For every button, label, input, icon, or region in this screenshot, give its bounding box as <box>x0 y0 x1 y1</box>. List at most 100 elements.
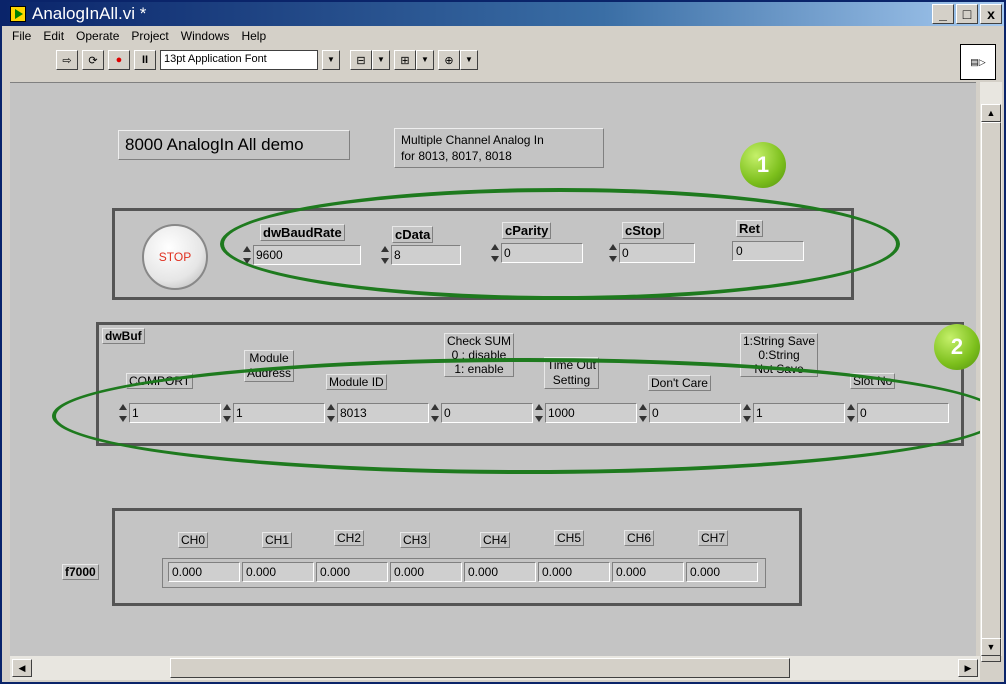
spin-arrows-icon[interactable] <box>118 404 128 422</box>
cdata-label: cData <box>392 226 434 243</box>
dwbuf-label: dwBuf <box>102 328 145 344</box>
menu-help[interactable]: Help <box>241 29 266 45</box>
menu-bar: File Edit Operate Project Windows Help <box>2 26 1004 48</box>
run-arrow-icon[interactable]: ⇨ <box>56 50 78 70</box>
cdata-value[interactable]: 8 <box>391 245 461 265</box>
scroll-right-arrow-icon[interactable]: ▶ <box>958 659 978 677</box>
module-id-label: Module ID <box>326 374 387 390</box>
callout-badge-1: 1 <box>740 142 786 188</box>
slot-no-control[interactable]: 0 <box>846 403 949 423</box>
description-line-1: Multiple Channel Analog In <box>401 133 544 147</box>
spin-arrows-icon[interactable] <box>638 404 648 422</box>
font-dropdown-chevron-down-icon[interactable]: ▼ <box>322 50 340 70</box>
vi-connector-pane-icon[interactable]: ▤▷ <box>960 44 996 80</box>
spin-arrows-icon[interactable] <box>608 244 618 262</box>
scroll-up-arrow-icon[interactable]: ▲ <box>981 104 1001 122</box>
ch3-label: CH3 <box>400 532 431 548</box>
pause-icon[interactable]: II <box>134 50 156 70</box>
comport-control[interactable]: 1 <box>118 403 221 423</box>
menu-windows[interactable]: Windows <box>181 29 230 45</box>
module-address-value[interactable]: 1 <box>233 403 325 423</box>
cstop-value[interactable]: 0 <box>619 243 695 263</box>
scroll-left-arrow-icon[interactable]: ◀ <box>12 659 32 677</box>
dwbaudrate-control[interactable]: 9600 <box>242 245 361 265</box>
spin-arrows-icon[interactable] <box>242 246 252 264</box>
callout-badge-2: 2 <box>934 324 980 370</box>
ret-label: Ret <box>736 220 763 237</box>
string-save-control[interactable]: 1 <box>742 403 845 423</box>
run-continuously-icon[interactable]: ⟳ <box>82 50 104 70</box>
vertical-scrollbar[interactable]: ▲ ▼ <box>980 82 1002 662</box>
ch5-indicator: 0.000 <box>538 562 610 582</box>
spin-arrows-icon[interactable] <box>846 404 856 422</box>
dwbaudrate-value[interactable]: 9600 <box>253 245 361 265</box>
menu-file[interactable]: File <box>12 29 31 45</box>
ch2-label: CH2 <box>334 530 365 546</box>
reorder-dropdown-chevron-down-icon[interactable]: ▼ <box>460 50 478 70</box>
spin-arrows-icon[interactable] <box>326 404 336 422</box>
check-sum-line-3: 1: enable <box>454 362 504 376</box>
check-sum-value[interactable]: 0 <box>441 403 533 423</box>
abort-execution-icon[interactable]: ● <box>108 50 130 70</box>
module-address-line-2: Address <box>247 366 292 380</box>
string-save-line-3: Not Save <box>754 362 804 376</box>
align-objects-icon[interactable]: ⊟ <box>350 50 372 70</box>
ret-indicator: 0 <box>732 241 804 261</box>
align-dropdown-chevron-down-icon[interactable]: ▼ <box>372 50 390 70</box>
spin-arrows-icon[interactable] <box>222 404 232 422</box>
minimize-button[interactable]: _ <box>932 4 954 24</box>
title-bar[interactable]: AnalogInAll.vi * _ □ x <box>2 2 1004 26</box>
dont-care-value[interactable]: 0 <box>649 403 741 423</box>
module-address-control[interactable]: 1 <box>222 403 325 423</box>
menu-edit[interactable]: Edit <box>43 29 64 45</box>
f7000-label: f7000 <box>62 564 99 580</box>
string-save-value[interactable]: 1 <box>753 403 845 423</box>
ch0-indicator: 0.000 <box>168 562 240 582</box>
check-sum-control[interactable]: 0 <box>430 403 533 423</box>
module-id-value[interactable]: 8013 <box>337 403 429 423</box>
description-line-2: for 8013, 8017, 8018 <box>401 149 512 163</box>
slot-no-value[interactable]: 0 <box>857 403 949 423</box>
module-address-label: Module Address <box>244 350 295 382</box>
spin-arrows-icon[interactable] <box>430 404 440 422</box>
slot-no-label: Slot No <box>850 373 896 389</box>
horizontal-scroll-thumb[interactable] <box>170 658 790 678</box>
comport-value[interactable]: 1 <box>129 403 221 423</box>
check-sum-line-2: 0 : disable <box>451 348 507 362</box>
menu-operate[interactable]: Operate <box>76 29 119 45</box>
menu-project[interactable]: Project <box>131 29 168 45</box>
vertical-scroll-thumb[interactable] <box>981 122 1001 662</box>
distribute-objects-icon[interactable]: ⊞ <box>394 50 416 70</box>
scroll-down-arrow-icon[interactable]: ▼ <box>981 638 1001 656</box>
ch2-indicator: 0.000 <box>316 562 388 582</box>
description-label: Multiple Channel Analog In for 8013, 801… <box>394 128 604 168</box>
cstop-control[interactable]: 0 <box>608 243 695 263</box>
distribute-dropdown-chevron-down-icon[interactable]: ▼ <box>416 50 434 70</box>
labview-window: AnalogInAll.vi * _ □ x File Edit Operate… <box>0 0 1006 684</box>
reorder-icon[interactable]: ⊕ <box>438 50 460 70</box>
close-button[interactable]: x <box>980 4 1002 24</box>
stop-button[interactable]: STOP <box>142 224 208 290</box>
horizontal-scrollbar[interactable]: ◀ ▶ <box>10 656 980 680</box>
check-sum-line-1: Check SUM <box>447 334 512 348</box>
spin-arrows-icon[interactable] <box>742 404 752 422</box>
ch4-label: CH4 <box>480 532 511 548</box>
ch3-indicator: 0.000 <box>390 562 462 582</box>
cparity-control[interactable]: 0 <box>490 243 583 263</box>
dont-care-control[interactable]: 0 <box>638 403 741 423</box>
ch4-indicator: 0.000 <box>464 562 536 582</box>
timeout-value[interactable]: 1000 <box>545 403 637 423</box>
cdata-control[interactable]: 8 <box>380 245 461 265</box>
spin-arrows-icon[interactable] <box>490 244 500 262</box>
spin-arrows-icon[interactable] <box>380 246 390 264</box>
font-selector[interactable]: 13pt Application Font <box>160 50 318 70</box>
cstop-label: cStop <box>622 222 665 239</box>
f7000-cluster-frame <box>112 508 802 606</box>
comport-label: COMPORT <box>126 373 194 389</box>
ch6-indicator: 0.000 <box>612 562 684 582</box>
spin-arrows-icon[interactable] <box>534 404 544 422</box>
cparity-value[interactable]: 0 <box>501 243 583 263</box>
module-id-control[interactable]: 8013 <box>326 403 429 423</box>
timeout-control[interactable]: 1000 <box>534 403 637 423</box>
maximize-button[interactable]: □ <box>956 4 978 24</box>
